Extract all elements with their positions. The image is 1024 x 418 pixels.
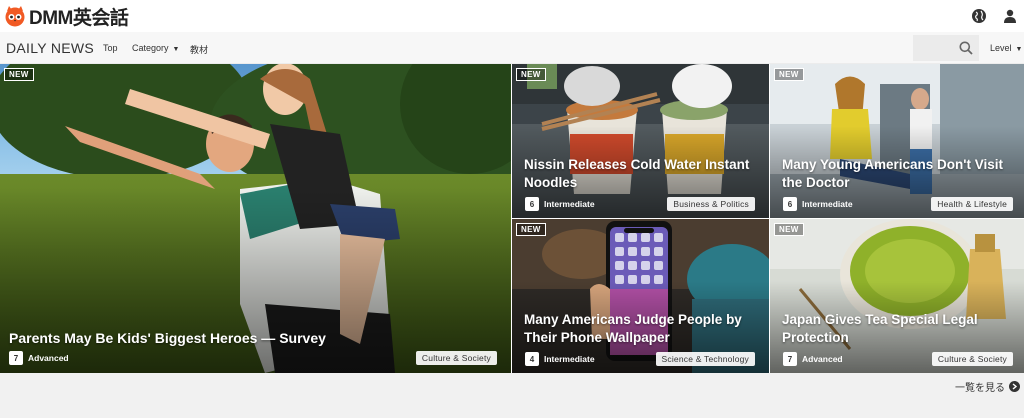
view-all-link[interactable]: 一覧を見る <box>955 379 1020 394</box>
nav-item-top[interactable]: Top <box>103 43 118 53</box>
category-tag[interactable]: Culture & Society <box>415 351 497 365</box>
article-card-japan-tea[interactable]: NEW Japan Gives Tea Special Legal Protec… <box>770 219 1024 373</box>
search-button[interactable] <box>913 35 979 61</box>
user-icon[interactable] <box>1002 8 1018 24</box>
article-card-phone-wallpaper[interactable]: NEW Many Americans Judge People by Their… <box>512 219 769 373</box>
article-card-nissin-noodles[interactable]: NEW Nissin Releases Cold Water Instant N… <box>512 64 769 218</box>
article-title-line: Their Phone Wallpaper <box>524 330 670 345</box>
section-title[interactable]: DAILY NEWS <box>6 40 94 56</box>
category-tag[interactable]: Health & Lifestyle <box>931 197 1013 211</box>
article-title-line: Protection <box>782 330 849 345</box>
article-card-young-americans-doctor[interactable]: NEW Many Young Americans Don't Visit the… <box>770 64 1024 218</box>
level-number: 6 <box>525 197 539 211</box>
category-tag[interactable]: Business & Politics <box>667 197 755 211</box>
level-label: Intermediate <box>544 199 595 209</box>
new-badge: NEW <box>774 223 804 236</box>
new-badge: NEW <box>4 68 34 81</box>
nav-item-category[interactable]: Category ▼ <box>132 43 179 53</box>
article-title[interactable]: Japan Gives Tea Special Legal Protection <box>782 311 978 347</box>
logo-mascot-icon <box>5 6 25 27</box>
view-all-label: 一覧を見る <box>955 383 1005 394</box>
level-indicator: 6 Intermediate <box>783 197 853 211</box>
new-badge: NEW <box>516 223 546 236</box>
article-card-parents-heroes[interactable]: NEW Parents May Be Kids' Biggest Heroes … <box>0 64 511 373</box>
caret-down-icon: ▼ <box>1015 46 1023 53</box>
category-tag[interactable]: Science & Technology <box>655 352 755 366</box>
article-title[interactable]: Many Americans Judge People by Their Pho… <box>524 311 742 347</box>
level-number: 7 <box>9 351 23 365</box>
level-dropdown[interactable]: Level ▼ <box>990 43 1022 53</box>
article-title[interactable]: Parents May Be Kids' Biggest Heroes — Su… <box>9 329 326 347</box>
article-title-line: Japan Gives Tea Special Legal <box>782 312 978 327</box>
new-badge: NEW <box>774 68 804 81</box>
sub-navigation: DAILY NEWS Top Category ▼ 教材 Level ▼ <box>0 32 1024 64</box>
nav-item-category-label: Category <box>132 43 169 53</box>
level-label: Advanced <box>28 353 69 363</box>
arrow-right-icon <box>1009 381 1020 392</box>
level-dropdown-label: Level <box>990 43 1012 53</box>
level-label: Intermediate <box>802 199 853 209</box>
level-indicator: 7 Advanced <box>783 352 843 366</box>
logo[interactable]: DMM英会話 <box>4 4 129 29</box>
caret-down-icon: ▼ <box>172 46 180 53</box>
logo-text: DMM英会話 <box>29 7 129 29</box>
globe-icon[interactable] <box>971 8 987 24</box>
category-tag[interactable]: Culture & Society <box>931 352 1013 366</box>
level-number: 6 <box>783 197 797 211</box>
level-number: 7 <box>783 352 797 366</box>
article-title[interactable]: Many Young Americans Don't Visit the Doc… <box>782 156 1003 192</box>
level-indicator: 4 Intermediate <box>525 352 595 366</box>
level-indicator: 6 Intermediate <box>525 197 595 211</box>
level-indicator: 7 Advanced <box>9 351 69 365</box>
article-title-line: Noodles <box>524 175 578 190</box>
level-number: 4 <box>525 352 539 366</box>
search-icon <box>959 41 973 55</box>
level-label: Advanced <box>802 354 843 364</box>
level-label: Intermediate <box>544 354 595 364</box>
footer-band <box>0 373 1024 418</box>
article-title-line: Many Americans Judge People by <box>524 312 742 327</box>
article-title-line: Many Young Americans Don't Visit <box>782 157 1004 172</box>
new-badge: NEW <box>516 68 546 81</box>
site-header: DMM英会話 <box>0 0 1024 32</box>
article-title[interactable]: Nissin Releases Cold Water Instant Noodl… <box>524 156 749 192</box>
nav-item-materials[interactable]: 教材 <box>190 43 208 56</box>
article-title-line: the Doctor <box>782 175 850 190</box>
article-title-line: Nissin Releases Cold Water Instant <box>524 157 750 172</box>
